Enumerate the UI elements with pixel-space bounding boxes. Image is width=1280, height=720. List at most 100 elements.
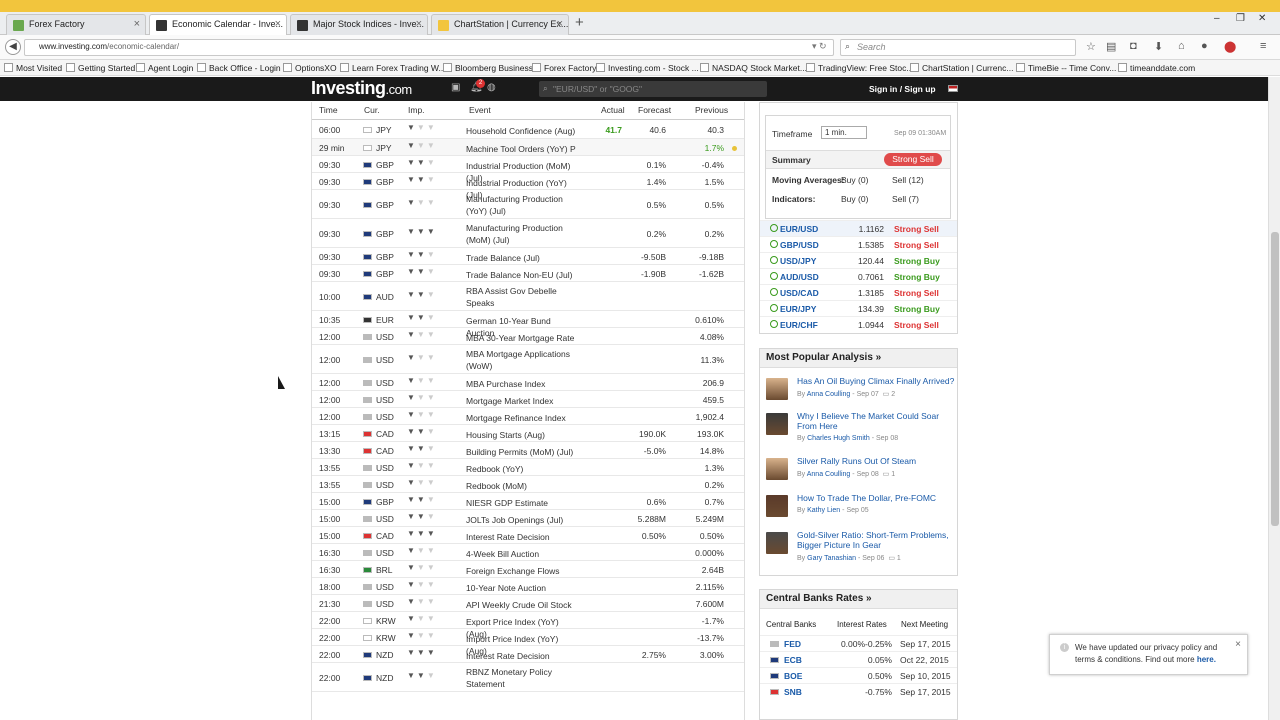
article-author[interactable]: Anna Coulling — [807, 471, 851, 478]
event-name[interactable]: Manufacturing Production (YoY) (Jul) — [466, 193, 578, 217]
central-bank-row[interactable]: SNB -0.75% Sep 17, 2015 — [760, 683, 957, 699]
page-scrollbar[interactable] — [1268, 77, 1280, 720]
bookmark-item[interactable]: TimeBie -- Time Conv... — [1016, 63, 1116, 73]
download-icon[interactable]: ⬇ — [1154, 40, 1163, 53]
calendar-row[interactable]: 12:00 USD ▼▼▼ MBA 30-Year Mortgage Rate 4.08… — [312, 328, 744, 345]
currency-pair-row[interactable]: EUR/USD 1.1162 Strong Sell — [760, 220, 957, 236]
event-name[interactable]: MBA Mortgage Applications (WoW) — [466, 348, 578, 372]
close-tab-icon[interactable]: × — [416, 18, 422, 30]
calendar-row[interactable]: 16:30 USD ▼▼▼ 4-Week Bill Auction 0.000% — [312, 544, 744, 561]
calendar-row[interactable]: 22:00 NZD ▼▼▼ RBNZ Monetary Policy Statemen… — [312, 663, 744, 692]
currency-pair-row[interactable]: USD/CAD 1.3185 Strong Sell — [760, 284, 957, 300]
event-name[interactable]: Household Confidence (Aug) — [466, 125, 578, 137]
bookmark-item[interactable]: timeanddate.com — [1118, 63, 1195, 73]
calendar-row[interactable]: 15:00 GBP ▼▼▼ NIESR GDP Estimate 0.6% 0.7% — [312, 493, 744, 510]
central-bank-row[interactable]: FED 0.00%-0.25% Sep 17, 2015 — [760, 635, 957, 651]
event-name[interactable]: API Weekly Crude Oil Stock — [466, 599, 578, 611]
central-bank-row[interactable]: ECB 0.05% Oct 22, 2015 — [760, 651, 957, 667]
bookmark-item[interactable]: TradingView: Free Stoc... — [806, 63, 913, 73]
calendar-row[interactable]: 13:55 USD ▼▼▼ Redbook (MoM) 0.2% — [312, 476, 744, 493]
close-tab-icon[interactable]: × — [134, 18, 140, 30]
event-name[interactable]: Foreign Exchange Flows — [466, 565, 578, 577]
article-title[interactable]: Has An Oil Buying Climax Finally Arrived… — [797, 376, 955, 386]
calendar-row[interactable]: 29 min JPY ▼▼▼ Machine Tool Orders (YoY) P1… — [312, 139, 744, 156]
event-name[interactable]: JOLTs Job Openings (Jul) — [466, 514, 578, 526]
bookmark-item[interactable]: Bloomberg Business — [443, 63, 533, 73]
pair-name[interactable]: EUR/CHF — [780, 320, 818, 330]
author-avatar[interactable] — [766, 378, 788, 400]
calendar-row[interactable]: 09:30 GBP ▼▼▼ Industrial Production (YoY) (… — [312, 173, 744, 200]
event-name[interactable]: Interest Rate Decision — [466, 531, 578, 543]
bank-name[interactable]: SNB — [784, 687, 802, 697]
calendar-row[interactable]: 12:00 USD ▼▼▼ Mortgage Refinance Index 1,902… — [312, 408, 744, 425]
event-name[interactable]: 4-Week Bill Auction — [466, 548, 578, 560]
col-currency[interactable]: Cur. — [364, 105, 380, 115]
event-name[interactable]: MBA 30-Year Mortgage Rate — [466, 332, 578, 344]
event-name[interactable]: Trade Balance (Jul) — [466, 252, 578, 264]
currency-pair-row[interactable]: GBP/USD 1.5385 Strong Sell — [760, 236, 957, 252]
bookmark-item[interactable]: Back Office - Login — [197, 63, 281, 73]
calendar-row[interactable]: 13:55 USD ▼▼▼ Redbook (YoY) 1.3% — [312, 459, 744, 476]
pair-name[interactable]: USD/JPY — [780, 256, 816, 266]
calendar-row[interactable]: 10:35 EUR ▼▼▼ German 10-Year Bund Auction 0.… — [312, 311, 744, 338]
event-name[interactable]: Redbook (MoM) — [466, 480, 578, 492]
minimize-button[interactable]: – — [1214, 13, 1220, 24]
close-tab-icon[interactable]: × — [275, 18, 281, 30]
event-name[interactable]: RBNZ Monetary Policy Statement — [466, 666, 578, 690]
event-name[interactable]: Interest Rate Decision — [466, 650, 578, 662]
home-icon[interactable]: ⌂ — [1178, 40, 1185, 52]
article-title[interactable]: Gold-Silver Ratio: Short-Term Problems, … — [797, 530, 955, 550]
section-title[interactable]: Most Popular Analysis » — [760, 349, 957, 368]
calendar-row[interactable]: 13:30 CAD ▼▼▼ Building Permits (MoM) (Jul) -… — [312, 442, 744, 459]
author-avatar[interactable] — [766, 495, 788, 517]
col-previous[interactable]: Previous — [695, 105, 728, 115]
bank-name[interactable]: ECB — [784, 655, 802, 665]
calendar-row[interactable]: 15:00 USD ▼▼▼ JOLTs Job Openings (Jul) 5.288… — [312, 510, 744, 527]
back-button[interactable]: ◀ — [5, 39, 21, 55]
calendar-row[interactable]: 21:30 USD ▼▼▼ API Weekly Crude Oil Stock 7.6… — [312, 595, 744, 612]
bank-name[interactable]: BOE — [784, 671, 802, 681]
event-name[interactable]: 10-Year Note Auction — [466, 582, 578, 594]
chat-icon[interactable]: ● — [1201, 40, 1208, 52]
site-search-input[interactable]: ⌕ "EUR/USD" or "GOOG" — [539, 81, 767, 97]
col-event[interactable]: Event — [469, 105, 491, 115]
event-name[interactable]: NIESR GDP Estimate — [466, 497, 578, 509]
globe-icon[interactable]: ◍ — [487, 82, 496, 93]
close-tab-icon[interactable]: × — [557, 18, 563, 30]
menu-icon[interactable]: ≡ — [1260, 40, 1266, 52]
event-name[interactable]: RBA Assist Gov Debelle Speaks — [466, 285, 578, 309]
pair-name[interactable]: AUD/USD — [780, 272, 819, 282]
pocket-icon[interactable]: ◘ — [1130, 40, 1137, 52]
col-time[interactable]: Time — [319, 105, 338, 115]
currency-pair-row[interactable]: AUD/USD 0.7061 Strong Buy — [760, 268, 957, 284]
bookmark-item[interactable]: OptionsXO — [283, 63, 337, 73]
event-name[interactable]: Mortgage Market Index — [466, 395, 578, 407]
article-author[interactable]: Gary Tanashian — [807, 555, 856, 562]
star-icon[interactable]: ☆ — [1086, 40, 1096, 53]
pair-name[interactable]: GBP/USD — [780, 240, 819, 250]
pair-name[interactable]: EUR/JPY — [780, 304, 816, 314]
tab-economic-calendar[interactable]: Economic Calendar - Inve... × — [149, 14, 287, 36]
addon-icon[interactable]: ⬤ — [1224, 40, 1236, 53]
calendar-row[interactable]: 09:30 GBP ▼▼▼ Trade Balance (Jul) -9.50B -9.1… — [312, 248, 744, 265]
event-name[interactable]: Building Permits (MoM) (Jul) — [466, 446, 578, 458]
calendar-row[interactable]: 09:30 GBP ▼▼▼ Trade Balance Non-EU (Jul) -1.… — [312, 265, 744, 282]
reading-list-icon[interactable]: ▤ — [1106, 40, 1116, 53]
bookmark-item[interactable]: Getting Started — [66, 63, 135, 73]
privacy-link[interactable]: here. — [1197, 655, 1216, 664]
timeframe-select[interactable]: 1 min. — [821, 126, 867, 139]
calendar-row[interactable]: 12:00 USD ▼▼▼ MBA Mortgage Applications (Wo… — [312, 345, 744, 374]
author-avatar[interactable] — [766, 413, 788, 435]
article-author[interactable]: Kathy Lien — [807, 507, 840, 514]
calendar-row[interactable]: 12:00 USD ▼▼▼ MBA Purchase Index 206.9 — [312, 374, 744, 391]
pair-name[interactable]: USD/CAD — [780, 288, 819, 298]
bookmark-item[interactable]: ChartStation | Currenc... — [910, 63, 1014, 73]
bookmark-item[interactable]: Forex Factory — [532, 63, 596, 73]
reload-icon[interactable]: ▾ ↻ — [812, 41, 827, 52]
calendar-row[interactable]: 22:00 NZD ▼▼▼ Interest Rate Decision 2.75% 3.… — [312, 646, 744, 663]
pair-name[interactable]: EUR/USD — [780, 224, 818, 234]
bookmark-item[interactable]: Agent Login — [136, 63, 193, 73]
close-icon[interactable]: × — [1235, 639, 1241, 651]
currency-pair-row[interactable]: EUR/JPY 134.39 Strong Buy — [760, 300, 957, 316]
signin-link[interactable]: Sign in / Sign up — [869, 84, 936, 94]
